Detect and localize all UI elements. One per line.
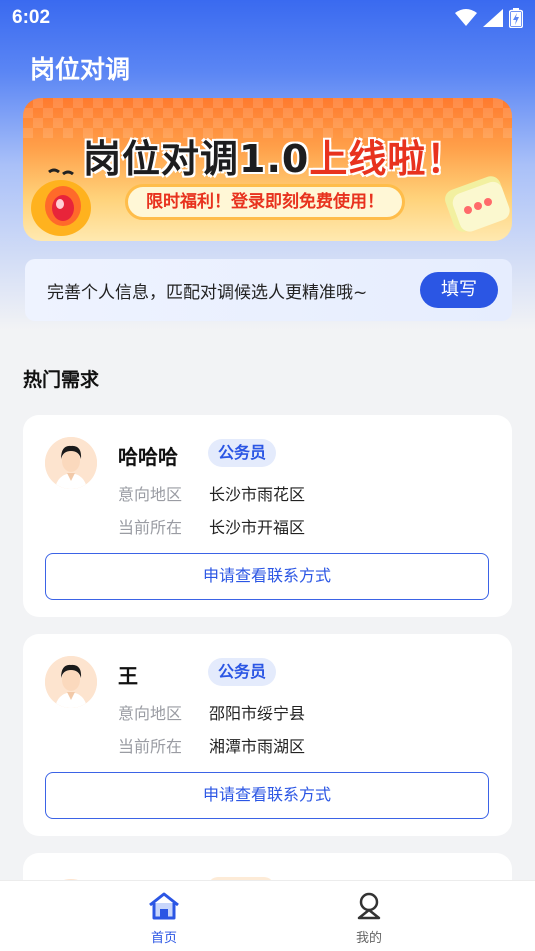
nav-item-home[interactable]: 首页: [124, 891, 204, 946]
battery-icon: [509, 8, 523, 28]
profile-prompt-text: 完善个人信息，匹配对调候选人更精准哦~: [47, 282, 368, 303]
avatar: [45, 437, 97, 489]
request-contact-button[interactable]: 申请查看联系方式: [45, 772, 489, 819]
intent-region-value: 长沙市雨花区: [209, 485, 306, 504]
wifi-icon: [455, 9, 477, 26]
chat-bubble-icon: [445, 176, 510, 232]
person-name: 王: [118, 664, 138, 688]
banner-subtitle: 限时福利！登录即刻免费使用！: [125, 184, 405, 220]
signal-icon: [483, 9, 503, 27]
home-icon: [149, 892, 179, 920]
intent-region-label: 意向地区: [118, 704, 183, 723]
profile-prompt-bar: 完善个人信息，匹配对调候选人更精准哦~ 填写: [25, 259, 512, 321]
profile-icon: [357, 892, 381, 920]
mascot-icon: [31, 168, 91, 236]
person-name: 哈哈哈: [118, 445, 178, 469]
current-location-label: 当前所在: [118, 518, 183, 537]
current-location-label: 当前所在: [118, 737, 183, 756]
status-bar: 6:02: [0, 0, 535, 36]
nav-item-mine[interactable]: 我的: [329, 891, 409, 946]
nav-label-home: 首页: [150, 931, 177, 946]
current-location-value: 长沙市开福区: [209, 518, 306, 537]
intent-region-label: 意向地区: [118, 485, 183, 504]
banner-headline: 岗位对调1.0上线啦！: [83, 128, 465, 183]
fill-in-button[interactable]: 填写: [420, 272, 498, 308]
promo-banner[interactable]: 岗位对调1.0上线啦！ 限时福利！登录即刻免费使用！: [23, 98, 512, 241]
bottom-nav: 首页 我的: [0, 880, 535, 951]
occupation-tag: 公务员: [208, 658, 277, 686]
avatar: [45, 656, 97, 708]
avatar-icon: [45, 437, 97, 489]
page-title: 岗位对调: [30, 55, 131, 84]
demand-card[interactable]: 哈哈哈 公务员 意向地区 长沙市雨花区 当前所在 长沙市开福区 申请查看联系方式: [23, 415, 512, 617]
request-contact-button[interactable]: 申请查看联系方式: [45, 553, 489, 600]
avatar-icon: [45, 656, 97, 708]
section-title: 热门需求: [23, 369, 100, 391]
occupation-tag: 公务员: [208, 439, 277, 467]
demand-card[interactable]: 王 公务员 意向地区 邵阳市绥宁县 当前所在 湘潭市雨湖区 申请查看联系方式: [23, 634, 512, 836]
nav-label-mine: 我的: [355, 931, 382, 946]
current-location-value: 湘潭市雨湖区: [209, 737, 306, 756]
status-time: 6:02: [12, 7, 51, 28]
status-icons: [455, 8, 523, 28]
banner-headline-dark: 岗位对调1.0: [83, 137, 310, 181]
intent-region-value: 邵阳市绥宁县: [209, 704, 306, 723]
